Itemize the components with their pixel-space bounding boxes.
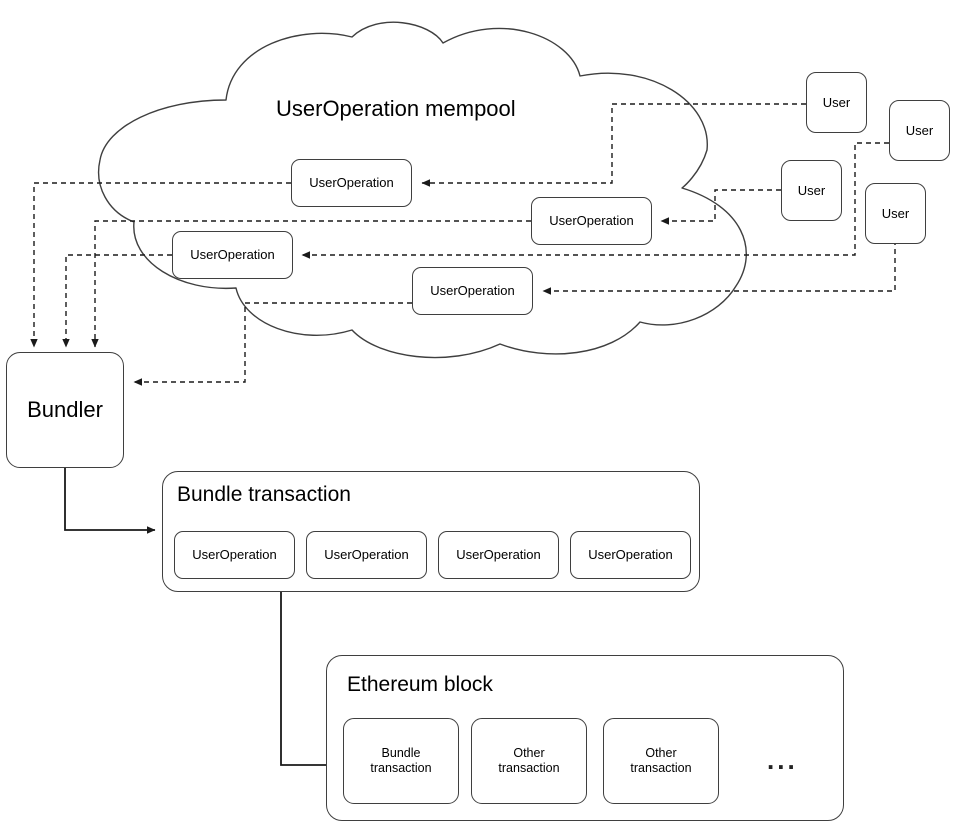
- mempool-useroperation-3-label: UserOperation: [190, 247, 275, 263]
- mempool-useroperation-2-label: UserOperation: [549, 213, 634, 229]
- mempool-title: UserOperation mempool: [276, 96, 516, 121]
- block-transaction-bundle[interactable]: Bundle transaction: [343, 718, 459, 804]
- block-transaction-other-2-line2: transaction: [630, 761, 692, 775]
- mempool-useroperation-2[interactable]: UserOperation: [531, 197, 652, 245]
- wire-op3-to-bundler: [62, 254, 172, 348]
- user-4[interactable]: User: [865, 183, 926, 244]
- wire-user3-to-op2: [660, 189, 781, 225]
- bundle-transaction-container: Bundle transaction UserOperation UserOpe…: [162, 471, 700, 592]
- mempool-useroperation-4-label: UserOperation: [430, 283, 515, 299]
- diagram-canvas: UserOperation mempool UserOperation User…: [0, 0, 960, 830]
- user-1-label: User: [822, 94, 851, 110]
- block-transaction-other-2-line1: Other: [645, 746, 677, 760]
- user-4-label: User: [881, 205, 910, 221]
- bundle-useroperation-4[interactable]: UserOperation: [570, 531, 691, 579]
- user-2-label: User: [905, 122, 934, 138]
- mempool-useroperation-1-label: UserOperation: [309, 175, 394, 191]
- block-transaction-bundle-line1: Bundle: [381, 746, 421, 760]
- block-transaction-other-2[interactable]: Other transaction: [603, 718, 719, 804]
- bundle-useroperation-1[interactable]: UserOperation: [174, 531, 295, 579]
- user-3[interactable]: User: [781, 160, 842, 221]
- user-2[interactable]: User: [889, 100, 950, 161]
- ethereum-block-container: Ethereum block Bundle transaction Other …: [326, 655, 844, 821]
- block-transaction-other-1-line2: transaction: [498, 761, 560, 775]
- bundle-useroperation-2-label: UserOperation: [324, 547, 409, 563]
- ethereum-block-title: Ethereum block: [347, 673, 493, 696]
- wire-op4-to-bundler: [133, 302, 412, 386]
- more-transactions-indicator: ...: [767, 745, 798, 775]
- block-transaction-bundle-line2: transaction: [370, 761, 432, 775]
- bundler-label: Bundler: [27, 396, 103, 422]
- user-1[interactable]: User: [806, 72, 867, 133]
- bundle-useroperation-1-label: UserOperation: [192, 547, 277, 563]
- bundler-node[interactable]: Bundler: [6, 352, 124, 468]
- block-transaction-other-1-line1: Other: [513, 746, 545, 760]
- wire-bundler-to-bundle-transaction: [64, 468, 156, 534]
- mempool-useroperation-4[interactable]: UserOperation: [412, 267, 533, 315]
- bundle-useroperation-3[interactable]: UserOperation: [438, 531, 559, 579]
- bundle-useroperation-4-label: UserOperation: [588, 547, 673, 563]
- wire-user4-to-op4: [542, 240, 896, 295]
- bundle-useroperation-3-label: UserOperation: [456, 547, 541, 563]
- bundle-transaction-title: Bundle transaction: [177, 483, 351, 506]
- bundle-useroperation-2[interactable]: UserOperation: [306, 531, 427, 579]
- block-transaction-other-1[interactable]: Other transaction: [471, 718, 587, 804]
- mempool-useroperation-3[interactable]: UserOperation: [172, 231, 293, 279]
- mempool-useroperation-1[interactable]: UserOperation: [291, 159, 412, 207]
- user-3-label: User: [797, 182, 826, 198]
